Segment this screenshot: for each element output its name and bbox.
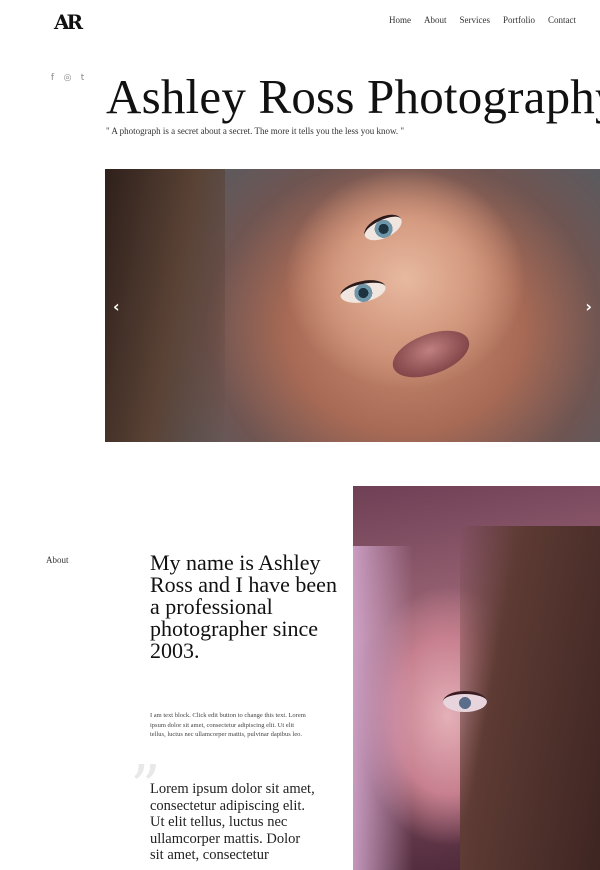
portrait-image [353,486,600,870]
page-title: Ashley Ross Photography [106,69,600,124]
slider-image-hair [105,169,225,442]
chevron-right-icon[interactable]: › [585,297,592,316]
hero-quote: " A photograph is a secret about a secre… [106,126,405,136]
section-label-about: About [46,555,69,565]
image-slider[interactable]: ‹ › [105,169,600,442]
about-quote: Lorem ipsum dolor sit amet, consectetur … [150,781,315,863]
logo[interactable]: AR [54,10,83,34]
nav-about[interactable]: About [424,15,447,25]
instagram-icon[interactable]: ◎ [63,73,72,83]
nav-contact[interactable]: Contact [548,15,576,25]
portrait-eye [443,691,487,712]
about-heading: My name is Ashley Ross and I have been a… [150,550,337,663]
nav-portfolio[interactable]: Portfolio [503,15,535,25]
nav-services[interactable]: Services [459,15,490,25]
facebook-icon[interactable]: f [48,73,57,83]
social-links: f ◎ t [48,73,87,83]
slider-image-eye [360,209,406,246]
slider-image-lips [386,321,476,387]
nav-home[interactable]: Home [389,15,411,25]
slider-image-eye [338,276,388,307]
portrait-veil [353,546,413,870]
tumblr-icon[interactable]: t [78,73,87,83]
chevron-left-icon[interactable]: ‹ [113,297,120,316]
main-nav: Home About Services Portfolio Contact [376,15,576,25]
about-text: I am text block. Click edit button to ch… [150,712,306,738]
